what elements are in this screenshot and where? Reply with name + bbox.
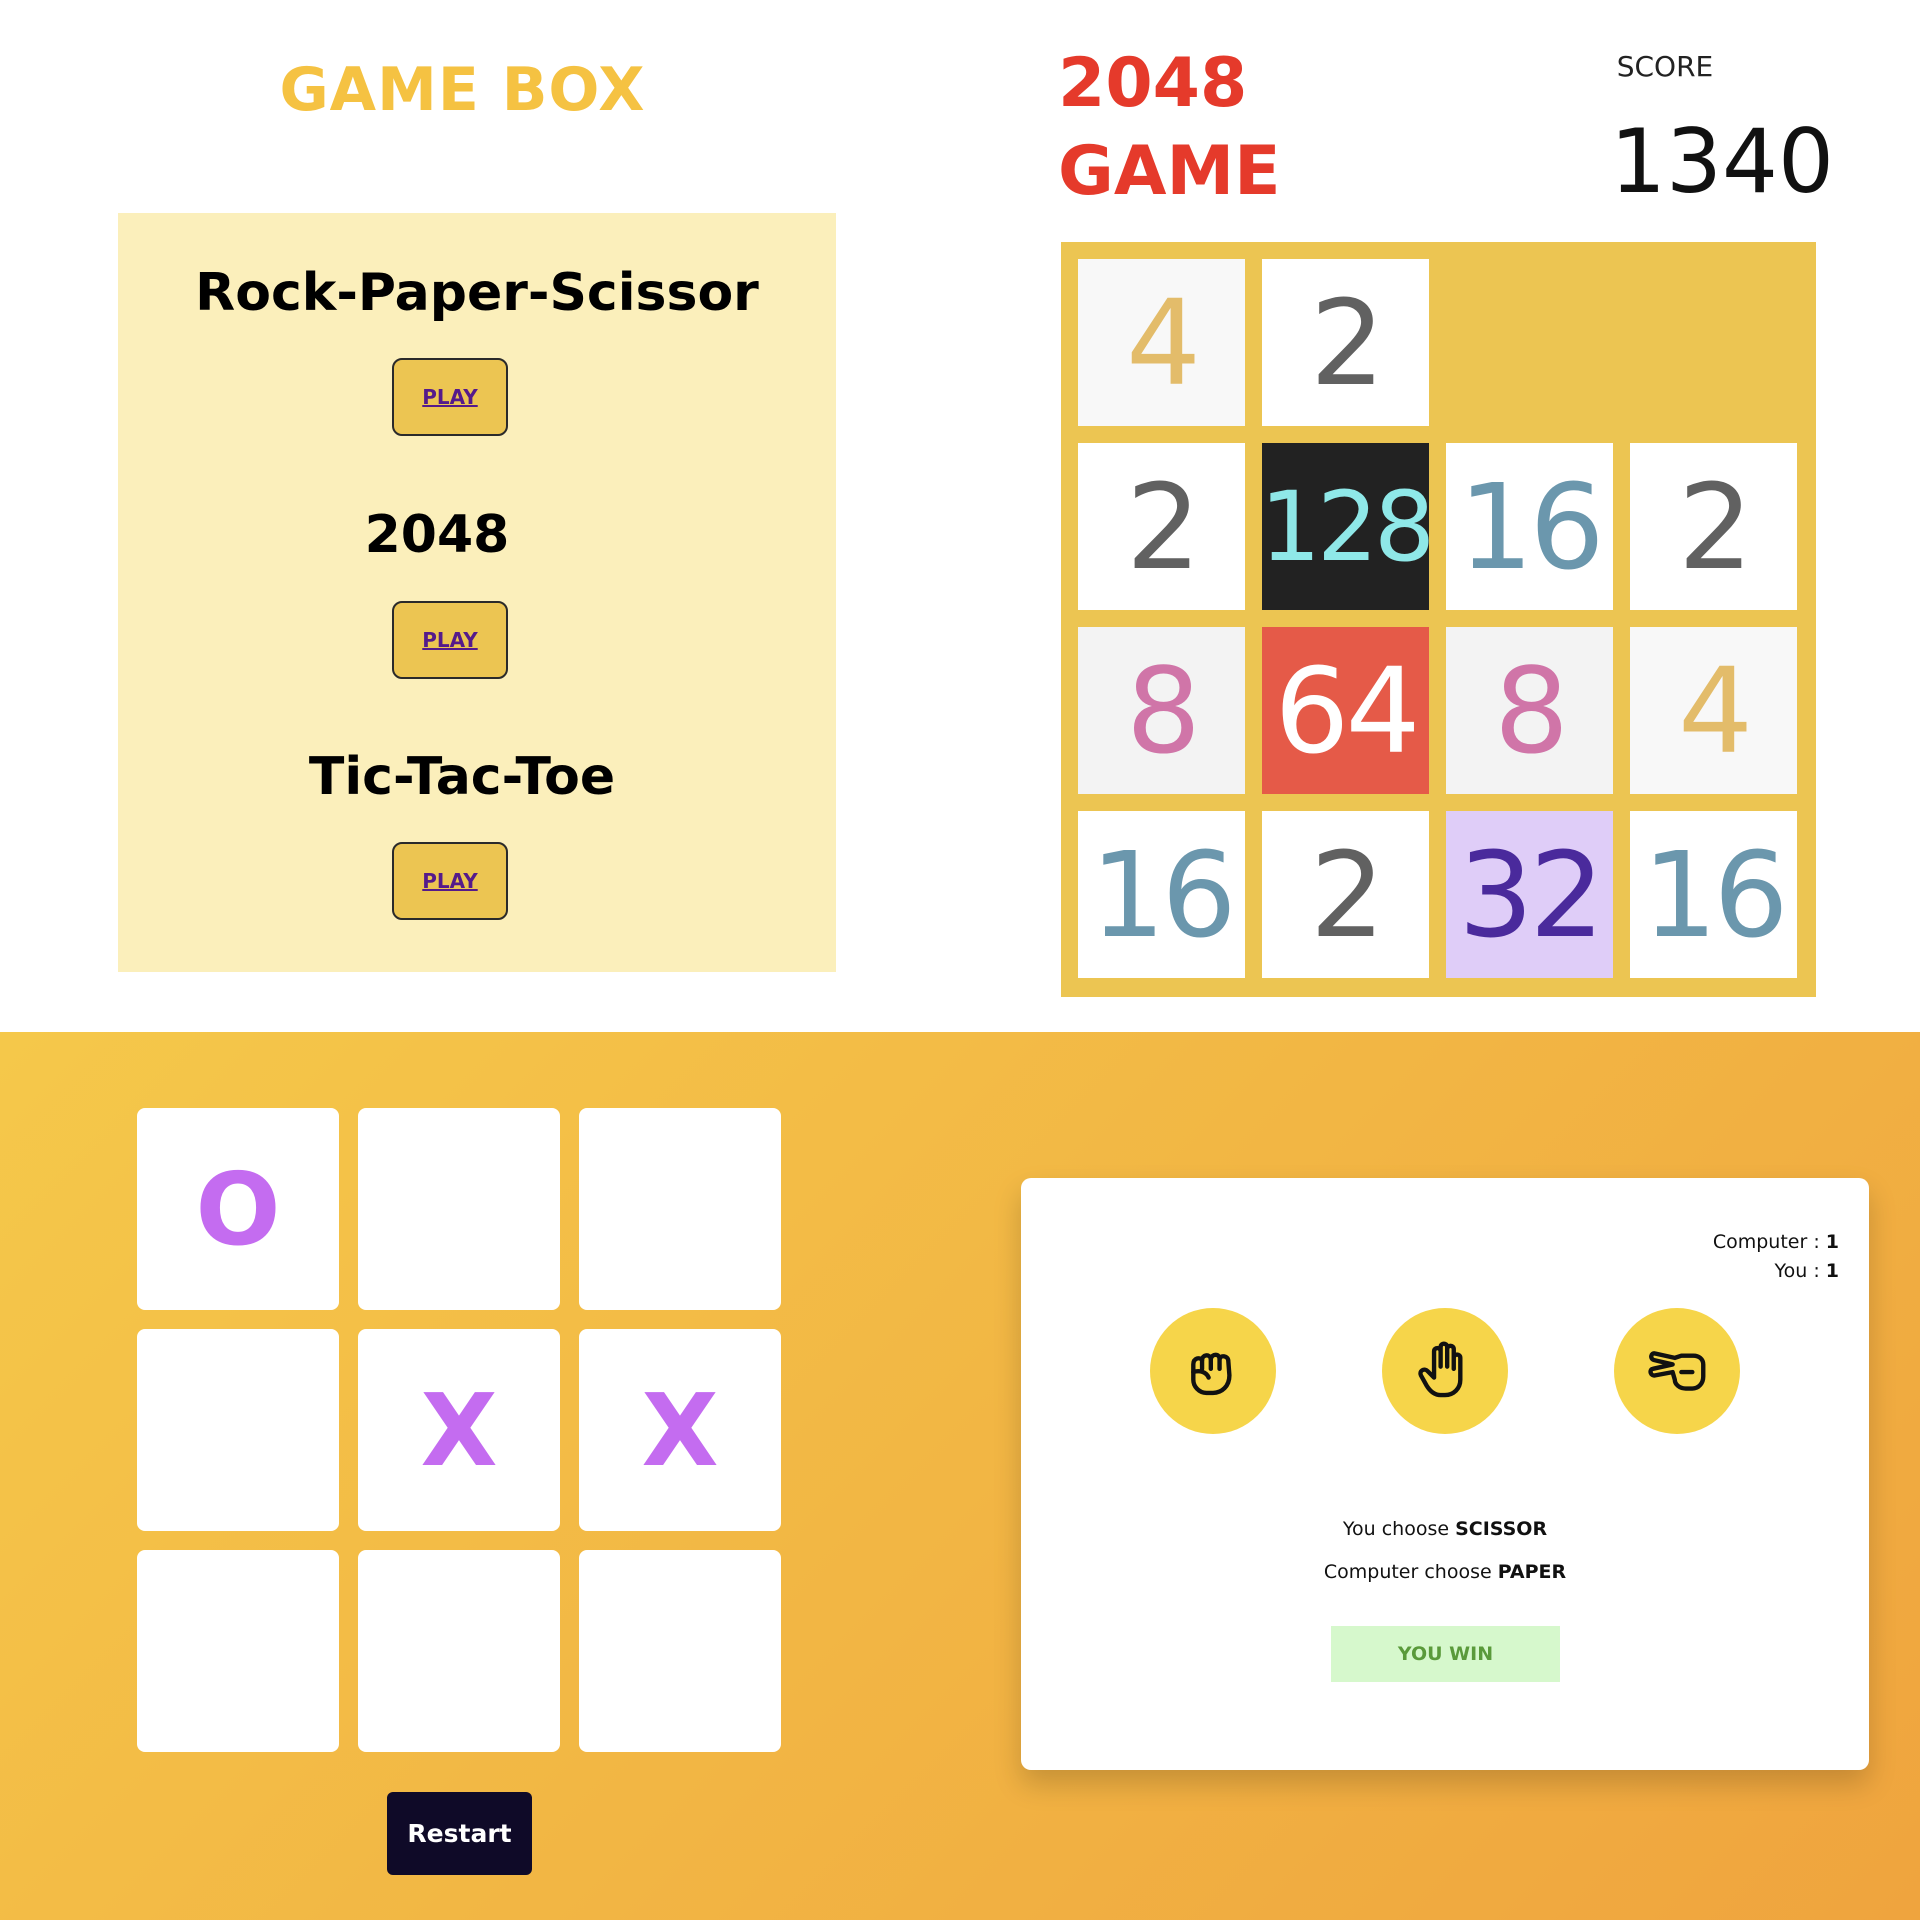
computer-choice-prefix: Computer choose [1323, 1561, 1498, 1583]
tile: 16 [1446, 443, 1613, 610]
game-name-tictactoe: Tic-Tac-Toe [308, 747, 616, 807]
tile: 4 [1630, 627, 1797, 794]
score-label: SCORE [1616, 50, 1714, 83]
tile: 128 [1260, 443, 1435, 610]
ttt-cell[interactable] [358, 1108, 560, 1310]
tile: 2 [1262, 259, 1429, 426]
tile: 64 [1262, 627, 1429, 794]
play-tictactoe-button[interactable]: PLAY [392, 842, 508, 920]
rock-fist-icon [1191, 1352, 1232, 1396]
computer-choice-value: PAPER [1497, 1561, 1567, 1583]
tile: 8 [1078, 627, 1245, 794]
rock-button[interactable] [1150, 1308, 1276, 1434]
tile: 2 [1078, 443, 1245, 610]
play-rps-button[interactable]: PLAY [392, 358, 508, 436]
player-choice-prefix: You choose [1342, 1518, 1456, 1540]
computer-score-value: 1 [1825, 1231, 1839, 1253]
score-value: 1340 [1610, 110, 1834, 213]
title-line-1: 2048 [1058, 44, 1248, 123]
tile: 2 [1262, 811, 1429, 978]
tile: 32 [1446, 811, 1613, 978]
ttt-cell[interactable] [579, 1550, 781, 1752]
restart-button[interactable]: Restart [387, 1792, 532, 1875]
player-score-value: 1 [1825, 1260, 1839, 1282]
game-list-panel: Rock-Paper-Scissor PLAY 2048 PLAY Tic-Ta… [118, 213, 836, 972]
tile: 2 [1630, 443, 1797, 610]
ttt-cell[interactable]: X [579, 1329, 781, 1531]
game-2048-title: 2048 GAME [1058, 40, 1281, 216]
ttt-cell[interactable] [358, 1550, 560, 1752]
computer-score-label: Computer : [1712, 1231, 1826, 1253]
paper-hand-icon [1418, 1341, 1463, 1398]
title-line-2: GAME [1058, 132, 1281, 211]
scissor-button[interactable] [1614, 1308, 1740, 1434]
game-box-title: GAME BOX [279, 55, 646, 125]
game-board[interactable]: 4 2 2 128 16 2 8 64 8 4 16 2 32 16 [1061, 242, 1816, 997]
rps-card: Computer : 1 You : 1 You choose SCISSOR … [1021, 1178, 1869, 1770]
tile: 8 [1446, 627, 1613, 794]
player-score: You : 1 [1775, 1260, 1839, 1282]
ttt-cell[interactable]: X [358, 1329, 560, 1531]
player-choice-value: SCISSOR [1455, 1518, 1548, 1540]
tile: 16 [1630, 811, 1797, 978]
player-score-label: You : [1774, 1260, 1826, 1282]
computer-score: Computer : 1 [1713, 1231, 1839, 1253]
ttt-cell[interactable] [137, 1550, 339, 1752]
play-2048-button[interactable]: PLAY [392, 601, 508, 679]
result-badge: YOU WIN [1331, 1626, 1560, 1682]
ttt-cell[interactable]: O [137, 1108, 339, 1310]
computer-choice-text: Computer choose PAPER [1021, 1561, 1869, 1583]
scissor-hand-icon [1648, 1351, 1706, 1391]
paper-button[interactable] [1382, 1308, 1508, 1434]
tile: 16 [1078, 811, 1245, 978]
game-name-rps: Rock-Paper-Scissor [195, 263, 759, 323]
tile: 4 [1078, 259, 1245, 426]
game-name-2048: 2048 [364, 505, 510, 565]
ttt-cell[interactable] [137, 1329, 339, 1531]
player-choice-text: You choose SCISSOR [1021, 1518, 1869, 1540]
ttt-cell[interactable] [579, 1108, 781, 1310]
